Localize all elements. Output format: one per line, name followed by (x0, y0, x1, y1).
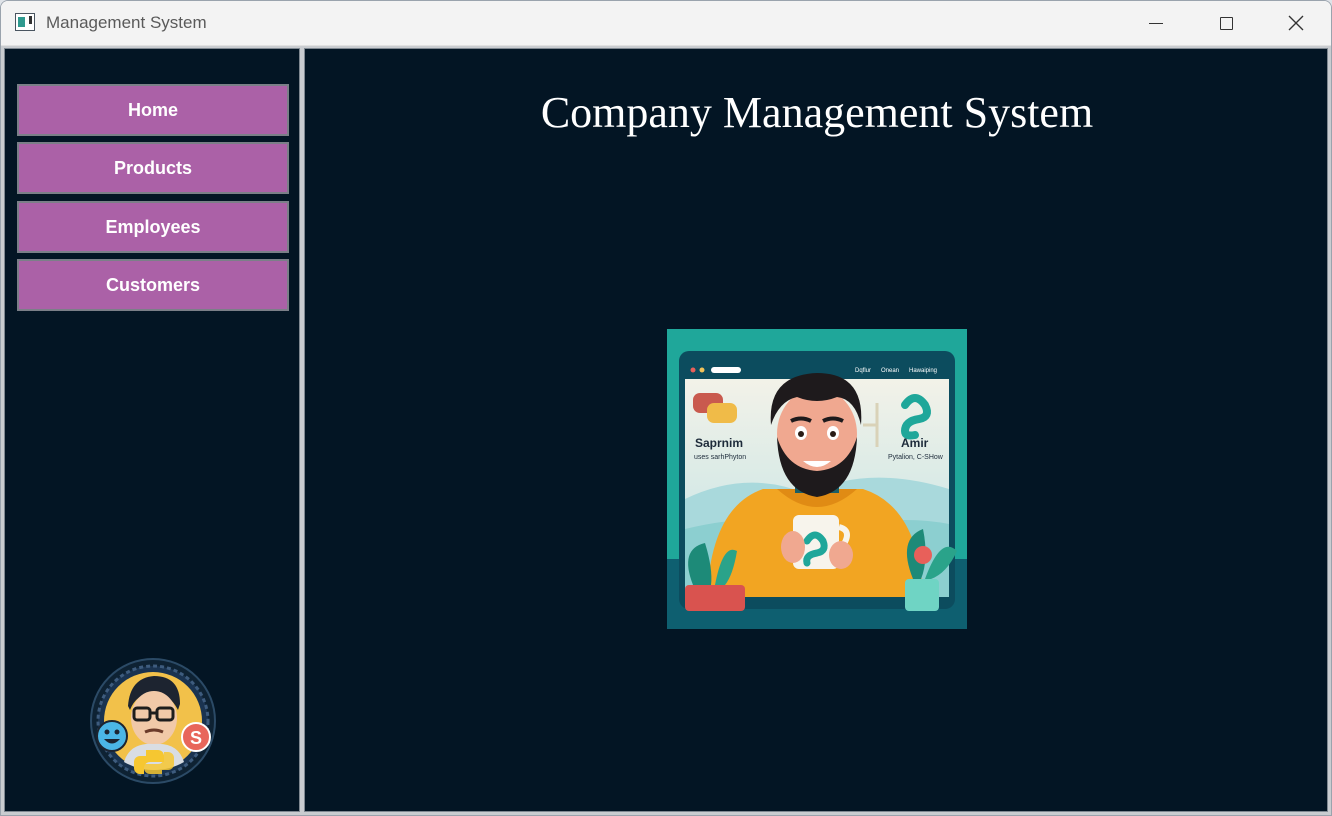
close-button[interactable] (1261, 1, 1331, 45)
products-button[interactable]: Products (17, 142, 289, 194)
sidebar: Home Products Employees Customers S (4, 48, 300, 812)
app-icon (15, 13, 35, 31)
title-bar[interactable]: Management System (1, 1, 1331, 46)
developer-illustration: Dqflur Onean Hawaiping Saprnim uses sarh… (667, 329, 967, 629)
app-window: Management System Home Products Employee… (0, 0, 1332, 816)
employees-button[interactable]: Employees (17, 201, 289, 253)
hero-menu-1: Dqflur (855, 368, 871, 374)
svg-text:S: S (190, 728, 202, 748)
maximize-button[interactable] (1191, 1, 1261, 45)
hero-left-name: Saprnim (695, 436, 743, 450)
minimize-button[interactable] (1121, 1, 1191, 45)
developer-avatar-logo: S (90, 658, 216, 784)
main-panel: Company Management System Dqflur Onean H… (304, 48, 1328, 812)
hero-menu-3: Hawaiping (909, 368, 937, 374)
maximize-icon (1219, 16, 1233, 30)
minimize-icon (1149, 22, 1163, 24)
close-icon (1288, 15, 1304, 31)
home-button[interactable]: Home (17, 84, 289, 136)
customers-button[interactable]: Customers (17, 259, 289, 311)
page-title: Company Management System (540, 88, 1094, 137)
window-title: Management System (46, 13, 207, 32)
content-area: Home Products Employees Customers S Comp… (1, 46, 1331, 815)
hero-right-sub: Pytalion, C-SHow (888, 454, 944, 461)
hero-right-name: Amir (901, 436, 929, 450)
hero-menu-2: Onean (881, 368, 899, 374)
hero-left-sub: uses sarhPhyton (694, 454, 746, 461)
